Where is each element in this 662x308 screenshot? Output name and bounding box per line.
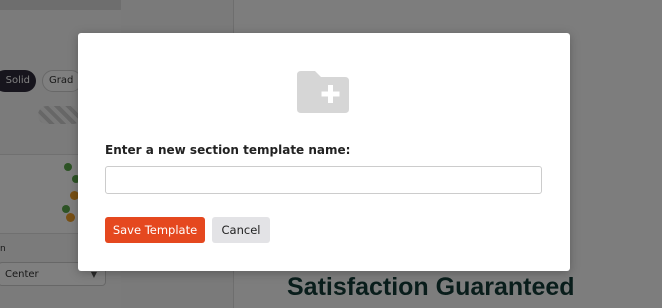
template-name-input[interactable] [105,166,542,194]
save-section-template-dialog: Enter a new section template name: Save … [78,33,570,271]
save-template-button[interactable]: Save Template [105,217,205,243]
cancel-button[interactable]: Cancel [212,217,270,243]
folder-plus-icon [297,71,349,113]
template-name-label: Enter a new section template name: [105,143,351,157]
